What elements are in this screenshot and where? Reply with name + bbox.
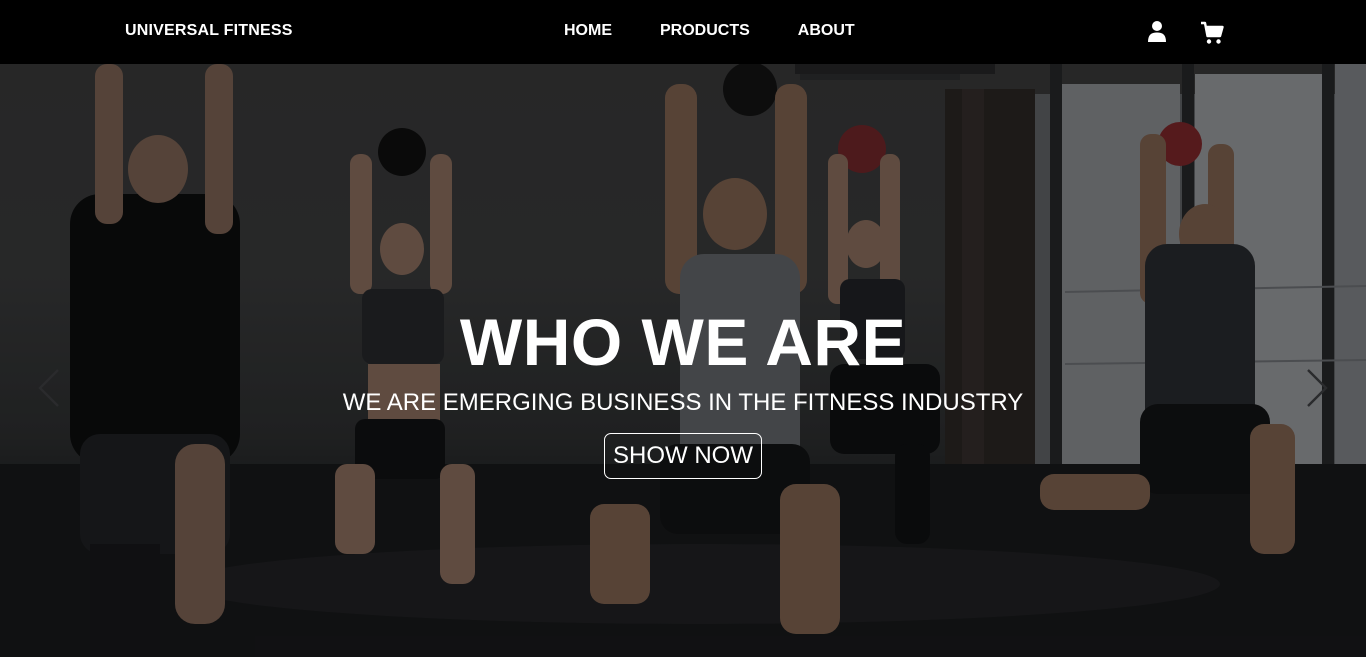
chevron-right-icon[interactable] (1302, 366, 1332, 410)
hero-content: WHO WE ARE WE ARE EMERGING BUSINESS IN T… (0, 64, 1366, 657)
brand-link[interactable]: UNIVERSAL FITNESS (125, 22, 293, 40)
nav-links: HOME PRODUCTS ABOUT (564, 22, 903, 40)
navbar: UNIVERSAL FITNESS HOME PRODUCTS ABOUT (0, 0, 1366, 64)
hero-subtitle: WE ARE EMERGING BUSINESS IN THE FITNESS … (342, 389, 1024, 416)
hero-title: WHO WE ARE (459, 305, 907, 379)
nav-link-about[interactable]: ABOUT (798, 22, 855, 40)
user-icon[interactable] (1147, 20, 1167, 47)
chevron-left-icon[interactable] (34, 366, 64, 410)
nav-link-home[interactable]: HOME (564, 22, 612, 40)
cart-icon[interactable] (1200, 21, 1224, 50)
show-now-button[interactable]: SHOW NOW (604, 433, 762, 479)
nav-link-products[interactable]: PRODUCTS (660, 22, 750, 40)
hero-carousel: WHO WE ARE WE ARE EMERGING BUSINESS IN T… (0, 64, 1366, 657)
